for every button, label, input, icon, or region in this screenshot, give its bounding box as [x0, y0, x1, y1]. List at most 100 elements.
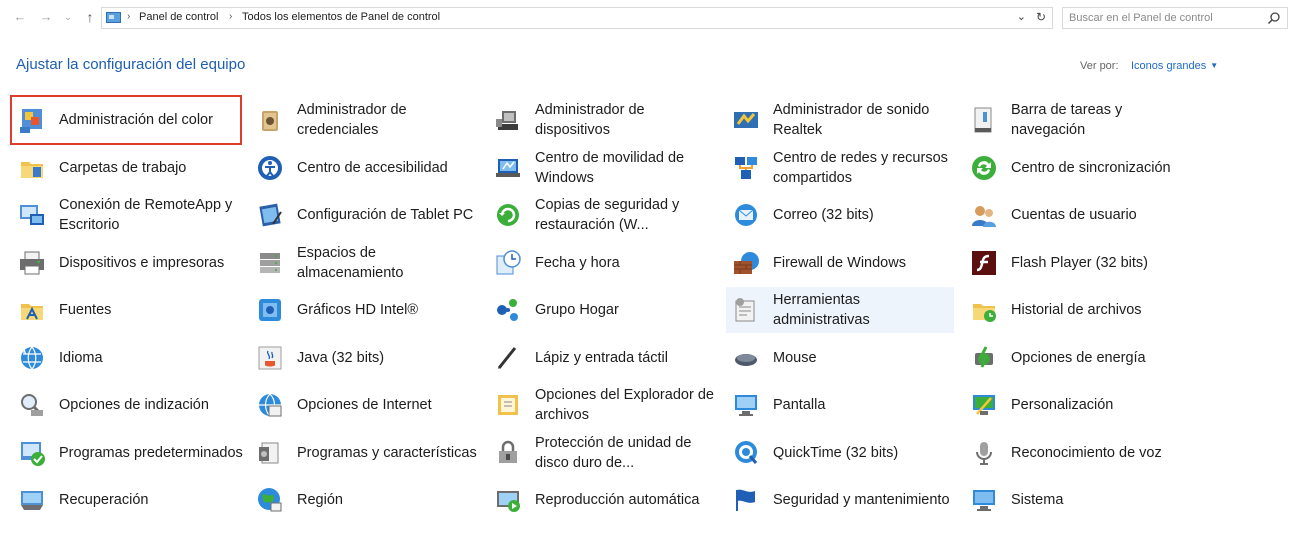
control-panel-item-credentials[interactable]: Administrador de credenciales — [250, 97, 478, 143]
control-panel-item-backup[interactable]: Copias de seguridad y restauración (W... — [488, 192, 716, 238]
file-history-icon — [973, 304, 996, 322]
control-panel-item-accessibility[interactable]: Centro de accesibilidad — [250, 145, 478, 191]
bitlocker-icon — [499, 440, 517, 463]
control-panel-item-label: Dispositivos e impresoras — [59, 254, 225, 271]
control-panel-item-region[interactable]: Región — [250, 477, 478, 523]
control-panel-item-explorer-options[interactable]: Opciones del Explorador de archivos — [488, 382, 716, 428]
breadcrumb-all-items[interactable]: Todos los elementos de Panel de control — [242, 11, 440, 23]
control-panel-item-clock[interactable]: Fecha y hora — [488, 240, 716, 286]
breadcrumb-separator-icon[interactable]: › — [229, 11, 232, 22]
address-history-chevron-icon[interactable]: ⌄ — [1017, 10, 1026, 23]
mail-icon — [735, 204, 757, 226]
control-panel-item-label: Java (32 bits) — [297, 349, 385, 366]
breadcrumb-separator-icon[interactable]: › — [127, 11, 130, 22]
search-box[interactable] — [1062, 7, 1288, 29]
control-panel-item-label: Flash Player (32 bits) — [1011, 254, 1148, 271]
network-center-icon — [735, 156, 757, 179]
control-panel-item-realtek-audio[interactable]: Administrador de sonido Realtek — [726, 97, 954, 143]
control-panel-item-pen[interactable]: Lápiz y entrada táctil — [488, 335, 716, 381]
control-panel-item-system[interactable]: Sistema — [964, 477, 1192, 523]
tablet-pc-icon — [259, 203, 282, 227]
control-panel-item-remoteapp[interactable]: Conexión de RemoteApp y Escritorio — [12, 192, 240, 238]
control-panel-item-internet-options[interactable]: Opciones de Internet — [250, 382, 478, 428]
work-folders-icon — [21, 161, 43, 178]
user-accounts-icon — [972, 206, 996, 227]
control-panel-item-security-flag[interactable]: Seguridad y mantenimiento — [726, 477, 954, 523]
control-panel-item-firewall[interactable]: Firewall de Windows — [726, 240, 954, 286]
recent-locations-chevron-icon[interactable]: ⌄ — [60, 9, 76, 25]
control-panel-item-sync-center[interactable]: Centro de sincronización — [964, 145, 1192, 191]
printer-icon — [20, 251, 44, 274]
control-panel-item-device-manager[interactable]: Administrador de dispositivos — [488, 97, 716, 143]
control-panel-item-network-center[interactable]: Centro de redes y recursos compartidos — [726, 145, 954, 191]
control-panel-item-mobility-center[interactable]: Centro de movilidad de Windows — [488, 145, 716, 191]
control-panel-item-language[interactable]: A Idioma — [12, 335, 240, 381]
control-panel-item-label: Fuentes — [59, 302, 112, 318]
control-panel-item-label: Opciones de Internet — [297, 397, 432, 413]
control-panel-item-recovery[interactable]: Recuperación — [12, 477, 240, 523]
control-panel-item-microphone[interactable]: Reconocimiento de voz — [964, 430, 1192, 476]
control-panel-item-label: Carpetas de trabajo — [59, 159, 187, 176]
control-panel-item-display[interactable]: Pantalla — [726, 382, 954, 428]
control-panel-item-label: Historial de archivos — [1011, 302, 1142, 318]
view-by-value: Iconos grandes — [1131, 60, 1207, 72]
control-panel-item-label: Opciones de energía — [1011, 349, 1146, 366]
control-panel-item-quicktime[interactable]: QuickTime (32 bits) — [726, 430, 954, 476]
taskbar-icon — [974, 107, 992, 133]
control-panel-item-java[interactable]: Java (32 bits) — [250, 335, 478, 381]
search-icon[interactable] — [1267, 11, 1281, 25]
control-panel-item-intel-graphics[interactable]: Gráficos HD Intel® — [250, 287, 478, 333]
quicktime-icon — [735, 440, 758, 464]
control-panel-item-label: Administración del color — [59, 112, 213, 128]
autoplay-icon — [497, 491, 520, 512]
clock-icon — [496, 249, 521, 274]
control-panel-item-flash[interactable]: Flash Player (32 bits) — [964, 240, 1192, 286]
control-panel-item-label: Reconocimiento de voz — [1011, 444, 1162, 461]
control-panel-item-work-folders[interactable]: Carpetas de trabajo — [12, 145, 240, 191]
control-panel-item-programs-features[interactable]: Programas y características — [250, 430, 478, 476]
color-management-icon — [20, 109, 42, 133]
search-input[interactable] — [1069, 10, 1259, 26]
control-panel-item-indexing[interactable]: Opciones de indización — [12, 382, 240, 428]
control-panel-item-personalization[interactable]: Personalización — [964, 382, 1192, 428]
control-panel-item-label: Centro de sincronización — [1011, 159, 1171, 176]
control-panel-item-label: Opciones de indización — [59, 397, 209, 413]
programs-features-icon — [259, 442, 279, 463]
address-bar[interactable]: › Panel de control › Todos los elementos… — [101, 7, 1053, 29]
control-panel-item-mail[interactable]: Correo (32 bits) — [726, 192, 954, 238]
control-panel-item-homegroup[interactable]: Grupo Hogar — [488, 287, 716, 333]
view-by-dropdown[interactable]: Iconos grandes ▼ — [1131, 60, 1218, 72]
microphone-icon — [976, 441, 992, 465]
control-panel-item-mouse[interactable]: Mouse — [726, 335, 954, 381]
control-panel-item-fonts[interactable]: Fuentes — [12, 287, 240, 333]
control-panel-item-taskbar[interactable]: Barra de tareas y navegación — [964, 97, 1192, 143]
indexing-icon — [21, 394, 44, 417]
control-panel-item-admin-tools[interactable]: Herramientas administrativas — [726, 287, 954, 333]
refresh-icon[interactable]: ↻ — [1036, 10, 1046, 24]
control-panel-item-color-management[interactable]: Administración del color — [10, 95, 242, 145]
control-panel-item-default-programs[interactable]: Programas predeterminados — [12, 430, 243, 476]
control-panel-item-bitlocker[interactable]: Protección de unidad de disco duro de... — [488, 430, 716, 476]
forward-arrow-icon[interactable]: → — [38, 9, 54, 25]
page-title: Ajustar la configuración del equipo — [16, 56, 246, 73]
control-panel-item-storage-spaces[interactable]: Espacios de almacenamiento — [250, 240, 478, 286]
control-panel-item-power[interactable]: Opciones de energía — [964, 335, 1192, 381]
control-panel-item-label: Administrador de credenciales — [297, 102, 407, 138]
dropdown-caret-icon: ▼ — [1210, 61, 1219, 70]
control-panel-item-autoplay[interactable]: Reproducción automática — [488, 477, 716, 523]
mobility-center-icon — [496, 158, 520, 177]
back-arrow-icon[interactable]: ← — [12, 9, 28, 25]
control-panel-item-label: Opciones del Explorador de archivos — [535, 387, 714, 423]
breadcrumb-control-panel[interactable]: Panel de control — [139, 11, 219, 23]
control-panel-item-user-accounts[interactable]: Cuentas de usuario — [964, 192, 1192, 238]
control-panel-item-tablet-pc[interactable]: Configuración de Tablet PC — [250, 192, 478, 238]
control-panel-item-printer[interactable]: Dispositivos e impresoras — [12, 240, 240, 286]
control-panel-item-file-history[interactable]: Historial de archivos — [964, 287, 1192, 333]
power-icon — [975, 345, 993, 368]
view-by-label: Ver por: — [1080, 60, 1119, 72]
control-panel-item-label: Región — [297, 492, 343, 508]
control-panel-item-label: Programas y características — [297, 444, 477, 461]
firewall-icon — [734, 251, 759, 274]
control-panel-item-label: Cuentas de usuario — [1011, 207, 1137, 223]
up-arrow-icon[interactable]: ↑ — [82, 9, 98, 25]
